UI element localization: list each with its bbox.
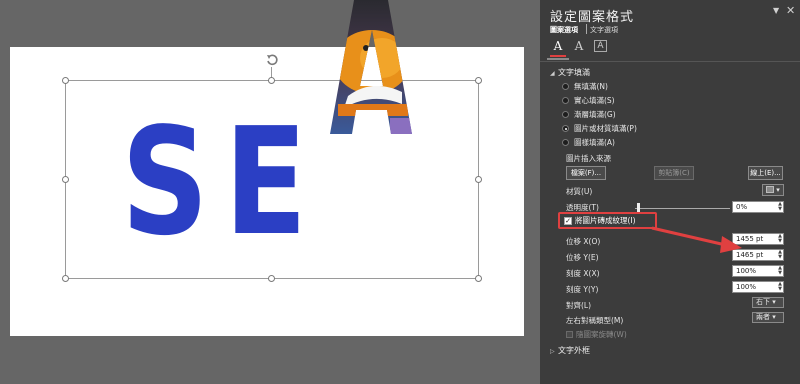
text-fill-outline-icon[interactable]: A: [550, 38, 566, 54]
resize-handle-right[interactable]: [475, 176, 482, 183]
section-text-fill[interactable]: ◢ 文字填滿: [550, 67, 590, 78]
resize-handle-top[interactable]: [268, 77, 275, 84]
tile-picture-checkbox[interactable]: ✓: [564, 217, 572, 225]
scale-x-input[interactable]: 100% ▲ ▼: [732, 265, 784, 277]
radio-button[interactable]: [562, 111, 569, 118]
radio-pattern-fill[interactable]: 圖樣填滿(A): [562, 137, 615, 148]
close-icon[interactable]: ✕: [786, 4, 795, 17]
alignment-dropdown[interactable]: 右下 ▾: [752, 297, 784, 308]
format-shape-pane: 設定圖案格式 ▼ ✕ 圖案選項 文字選項 A A A ◢ 文字填滿 無填滿(N) …: [540, 0, 800, 384]
collapse-triangle-icon: ◢: [550, 70, 555, 77]
divider: [540, 61, 800, 62]
spin-arrows-icon[interactable]: ▲ ▼: [778, 282, 782, 292]
radio-solid-fill[interactable]: 實心填滿(S): [562, 95, 615, 106]
tab-shape-options[interactable]: 圖案選項: [550, 25, 578, 35]
resize-handle-bottom[interactable]: [268, 275, 275, 282]
insert-from-file-button[interactable]: 檔案(F)...: [566, 166, 606, 180]
radio-button[interactable]: [562, 97, 569, 104]
radio-button[interactable]: [562, 83, 569, 90]
pane-options-icon[interactable]: ▼: [773, 6, 779, 15]
texture-swatch-icon: [766, 186, 774, 193]
scale-y-input[interactable]: 100% ▲ ▼: [732, 281, 784, 293]
mirror-type-dropdown[interactable]: 兩者 ▾: [752, 312, 784, 323]
resize-handle-top-left[interactable]: [62, 77, 69, 84]
texture-label: 材質(U): [566, 187, 593, 196]
spin-arrows-icon[interactable]: ▲ ▼: [778, 266, 782, 276]
radio-picture-fill[interactable]: 圖片或材質填滿(P): [562, 123, 637, 134]
alignment-label: 對齊(L): [566, 301, 592, 310]
slide-canvas: S E: [0, 0, 540, 384]
rotate-with-shape-checkbox[interactable]: [566, 331, 573, 338]
wordart-letter-a-picture-fill[interactable]: [330, 0, 412, 134]
texture-dropdown[interactable]: ▾: [762, 184, 784, 196]
expand-triangle-icon: ▷: [550, 348, 555, 355]
insert-online-button[interactable]: 線上(E)...: [748, 166, 783, 180]
picture-source-label: 圖片插入來源: [566, 154, 611, 163]
resize-handle-left[interactable]: [62, 176, 69, 183]
resize-handle-bottom-left[interactable]: [62, 275, 69, 282]
radio-button-selected[interactable]: [562, 125, 569, 132]
text-fill-color-bar: [550, 55, 566, 57]
wordart-letter-s[interactable]: S: [121, 108, 208, 256]
radio-no-fill[interactable]: 無填滿(N): [562, 81, 608, 92]
wordart-letter-e[interactable]: E: [224, 108, 307, 256]
insert-from-clipboard-button[interactable]: 剪貼簿(C): [654, 166, 694, 180]
rotate-handle-icon[interactable]: [264, 52, 280, 68]
offset-y-label: 位移 Y(E): [566, 253, 599, 262]
radio-gradient-fill[interactable]: 漸層填滿(G): [562, 109, 616, 120]
scale-x-label: 刻度 X(X): [566, 269, 600, 278]
offset-x-label: 位移 X(O): [566, 237, 601, 246]
spin-arrows-icon[interactable]: ▲ ▼: [778, 250, 782, 260]
active-tab-underline: [547, 58, 569, 60]
rotate-with-shape-row[interactable]: 隨圖案旋轉(W): [566, 329, 627, 340]
resize-handle-top-right[interactable]: [475, 77, 482, 84]
section-text-outline[interactable]: ▷ 文字外框: [550, 345, 590, 356]
transparency-slider-track[interactable]: [635, 208, 730, 209]
tab-text-options[interactable]: 文字選項: [590, 25, 618, 35]
text-effects-icon[interactable]: A: [571, 38, 587, 54]
mirror-type-label: 左右對稱類型(M): [566, 316, 624, 325]
resize-handle-bottom-right[interactable]: [475, 275, 482, 282]
scale-y-label: 刻度 Y(Y): [566, 285, 599, 294]
tile-picture-label: 將圖片磚成紋理(I): [575, 216, 636, 225]
annotation-arrow-icon: [651, 226, 742, 253]
transparency-input[interactable]: 0% ▲ ▼: [732, 201, 784, 213]
pane-title: 設定圖案格式: [550, 10, 635, 25]
tab-separator: [586, 24, 587, 34]
textbox-icon[interactable]: A: [594, 40, 607, 52]
spin-arrows-icon[interactable]: ▲ ▼: [778, 234, 782, 244]
tile-picture-checkbox-highlight[interactable]: ✓ 將圖片磚成紋理(I): [558, 212, 657, 229]
radio-button[interactable]: [562, 139, 569, 146]
spin-arrows-icon[interactable]: ▲ ▼: [778, 202, 782, 212]
